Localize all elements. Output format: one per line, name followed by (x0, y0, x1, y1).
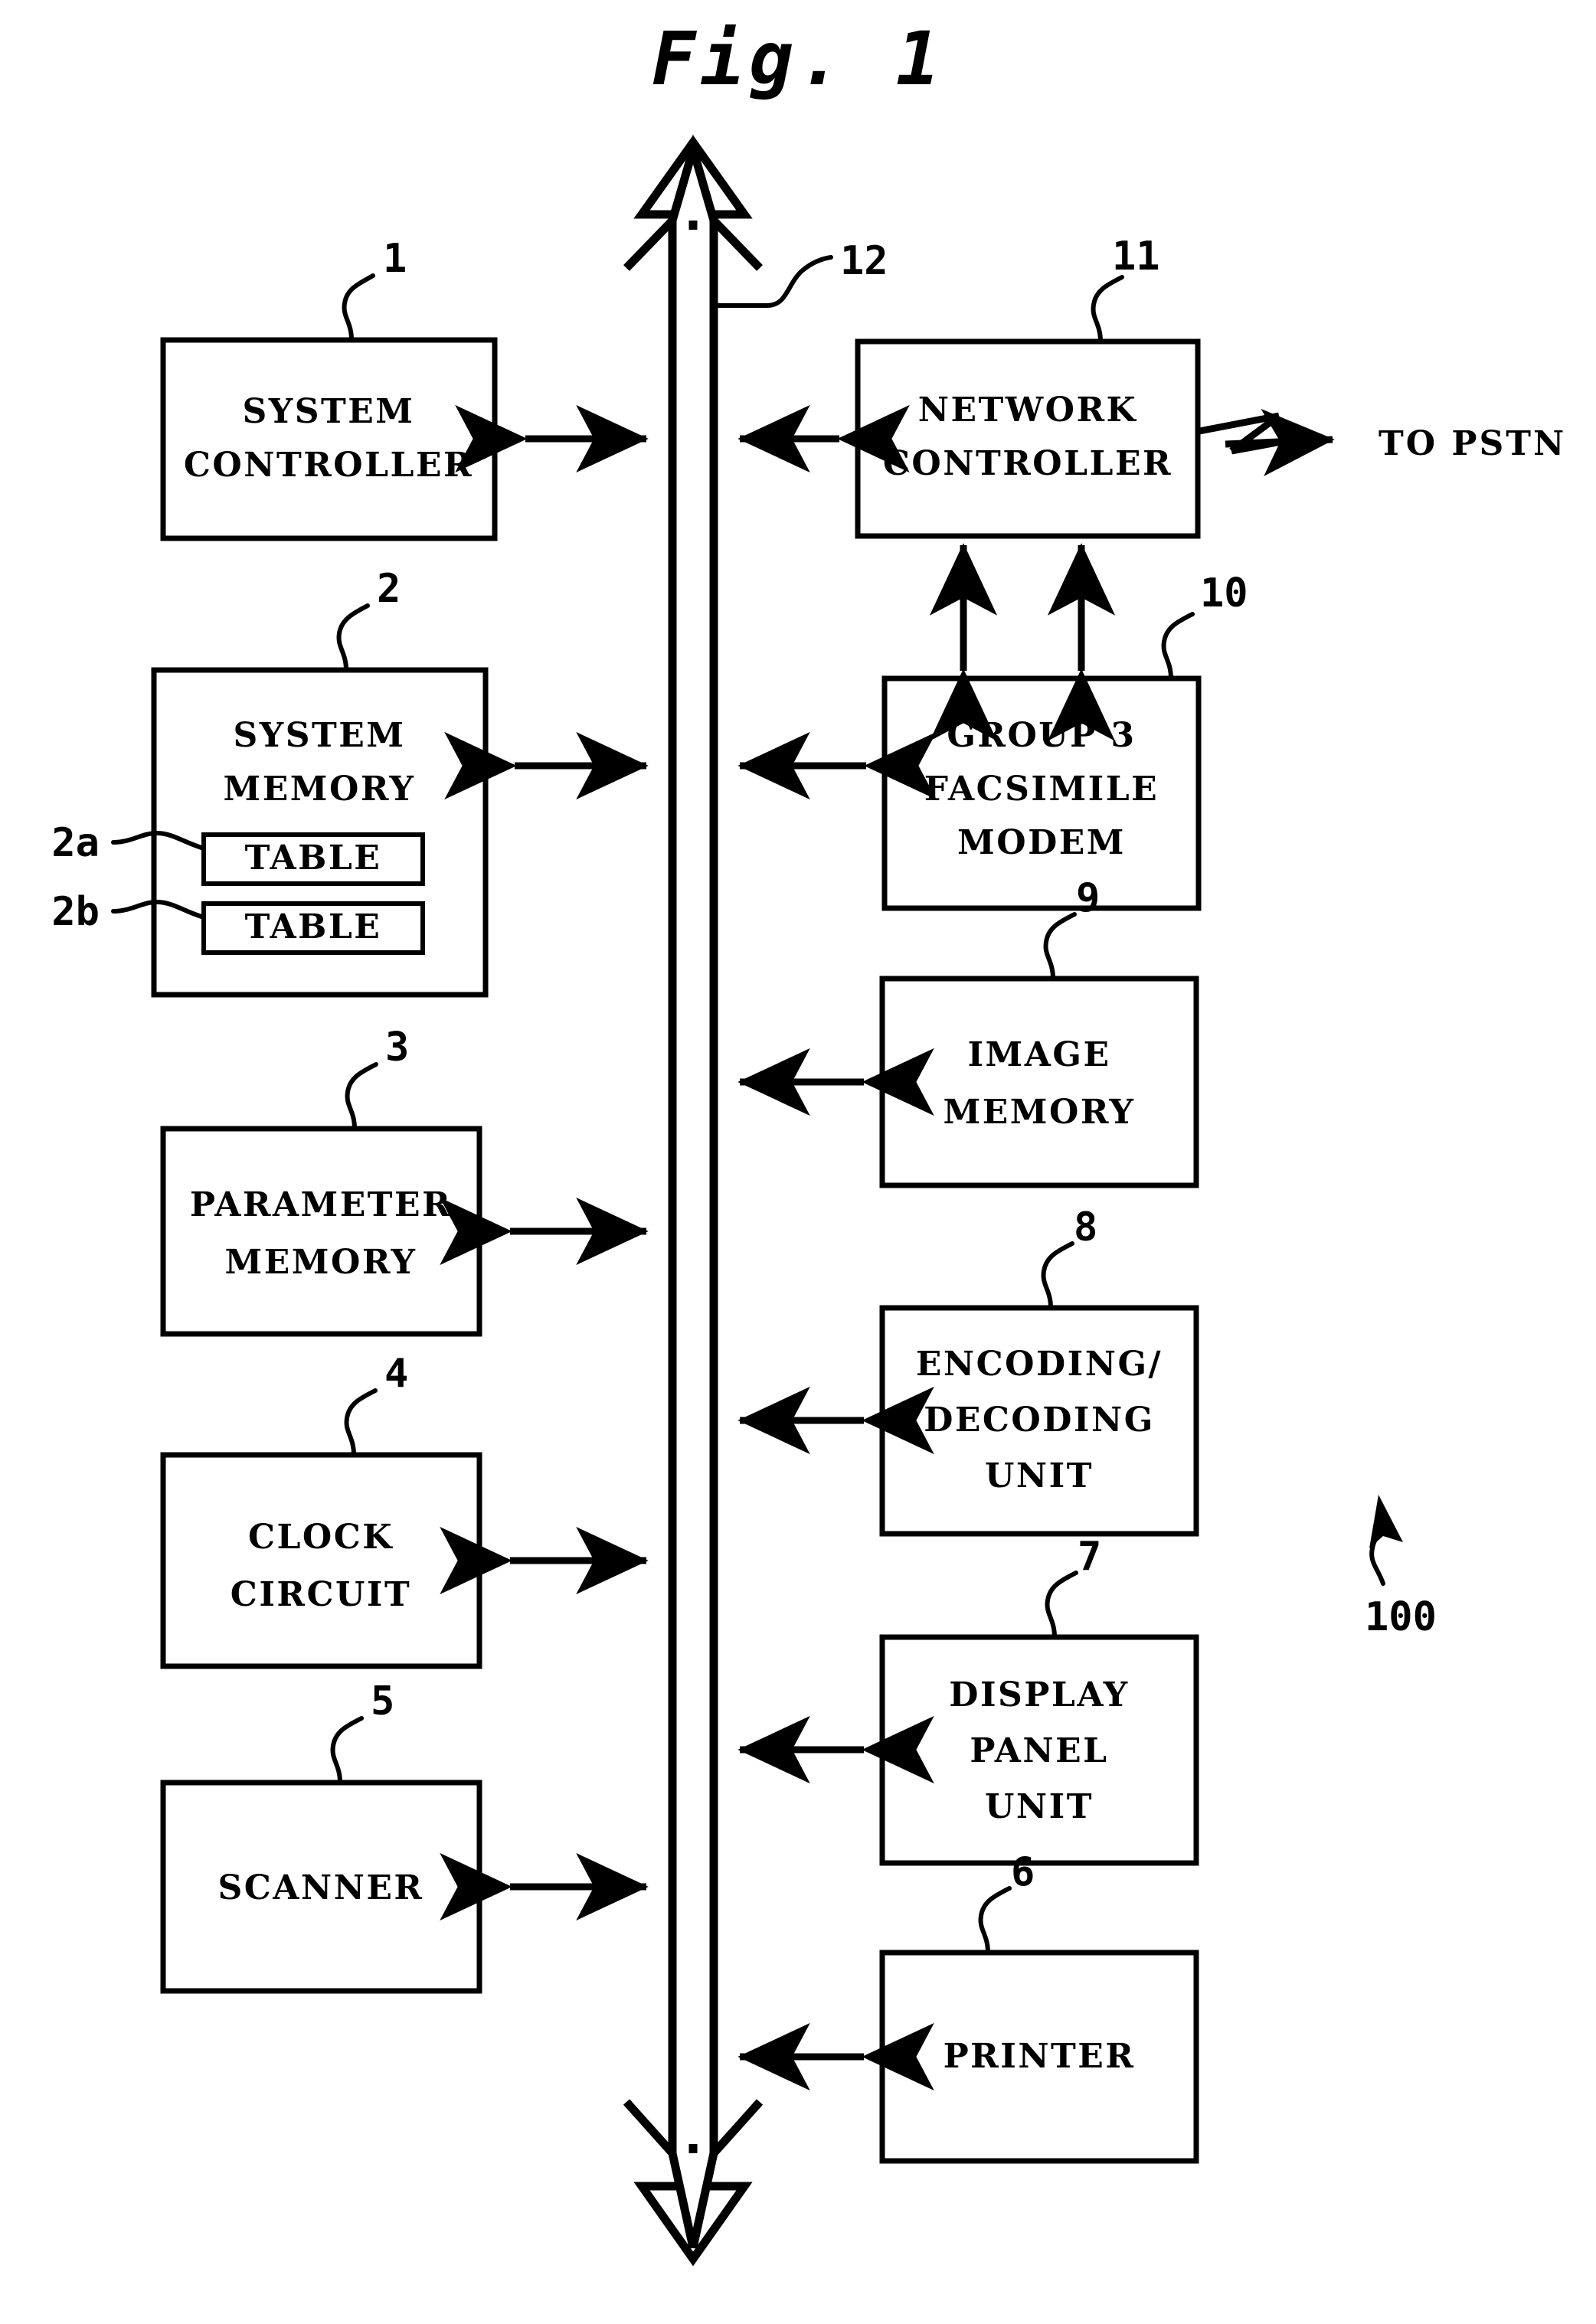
network-controller-label-line1: NETWORK (918, 391, 1138, 430)
parameter-memory-ref-number: 3 (385, 1025, 409, 1070)
printer-label-line1: PRINTER (944, 2037, 1136, 2076)
table-2b-ref-number: 2b (51, 889, 100, 935)
clock-circuit-label-line2: CIRCUIT (231, 1575, 411, 1614)
fax-modem-label-line1: GROUP 3 (947, 716, 1136, 755)
encoding-ref-number: 8 (1074, 1204, 1097, 1250)
display-panel-label-line2: PANEL (970, 1731, 1108, 1770)
parameter-memory-label-line1: PARAMETER (190, 1185, 452, 1224)
table-2b-label: TABLE (245, 907, 382, 946)
system-ref-100: 100 (1365, 1495, 1437, 1640)
pstn-link (1199, 408, 1335, 476)
scanner-label-line1: SCANNER (218, 1868, 424, 1907)
block-parameter-memory: PARAMETER MEMORY 3 (160, 1025, 649, 1337)
clock-circuit-ref-number: 4 (384, 1351, 408, 1397)
block-image-memory: IMAGE MEMORY 9 (737, 875, 1199, 1188)
figure-title: Fig. 1 (652, 16, 945, 102)
printer-ref-number: 6 (1011, 1849, 1035, 1895)
table-2a-ref-number: 2a (51, 820, 100, 866)
fax-modem-label-line3: MODEM (957, 823, 1126, 862)
display-panel-label-line1: DISPLAY (949, 1675, 1129, 1714)
encoding-label-line2: DECODING (924, 1401, 1155, 1440)
fax-modem-ref-number: 10 (1200, 570, 1248, 616)
block-scanner: SCANNER 5 (160, 1678, 649, 1994)
network-controller-label-line2: CONTROLLER (883, 444, 1172, 483)
network-controller-ref-number: 11 (1112, 234, 1160, 279)
image-memory-label-line2: MEMORY (944, 1093, 1136, 1132)
block-encoding-decoding: ENCODING/ DECODING UNIT 8 (737, 1204, 1199, 1537)
system-controller-label-line2: CONTROLLER (184, 446, 473, 485)
patent-figure: Fig. 1 12 SYSTEM CONTROLLER 1 SYSTEM MEM… (0, 0, 1596, 2324)
display-panel-ref-number: 7 (1078, 1534, 1101, 1580)
fax-modem-label-line2: FACSIMILE (924, 770, 1159, 809)
scanner-ref-number: 5 (371, 1678, 394, 1724)
clock-circuit-label-line1: CLOCK (248, 1518, 394, 1557)
block-display-panel: DISPLAY PANEL UNIT 7 (737, 1534, 1199, 1866)
block-printer: PRINTER 6 (737, 1849, 1199, 2164)
system-memory-label-line2: MEMORY (224, 770, 416, 809)
block-clock-circuit: CLOCK CIRCUIT 4 (160, 1351, 649, 1669)
table-2a-label: TABLE (245, 838, 382, 878)
system-controller-ref-number: 1 (383, 236, 407, 282)
system-memory-ref-number: 2 (377, 566, 401, 612)
display-panel-label-line3: UNIT (985, 1787, 1094, 1826)
image-memory-ref-number: 9 (1076, 875, 1100, 921)
bus-ref-number: 12 (840, 238, 888, 284)
parameter-memory-label-line2: MEMORY (225, 1243, 417, 1282)
encoding-label-line3: UNIT (985, 1456, 1094, 1495)
system-bus: 12 (623, 134, 888, 2267)
pstn-label: TO PSTN (1379, 424, 1566, 463)
figure-canvas: Fig. 1 12 SYSTEM CONTROLLER 1 SYSTEM MEM… (51, 16, 1566, 2267)
image-memory-label-line1: IMAGE (967, 1035, 1110, 1074)
system-controller-label-line1: SYSTEM (243, 392, 415, 431)
block-system-controller: SYSTEM CONTROLLER 1 (160, 236, 649, 541)
block-group3-fax-modem: GROUP 3 FACSIMILE MODEM 10 (737, 543, 1248, 911)
block-system-memory: SYSTEM MEMORY TABLE TABLE 2a 2b 2 (51, 566, 649, 998)
system-memory-label-line1: SYSTEM (234, 716, 406, 755)
system-ref-number: 100 (1365, 1594, 1437, 1640)
encoding-label-line1: ENCODING/ (916, 1345, 1163, 1384)
